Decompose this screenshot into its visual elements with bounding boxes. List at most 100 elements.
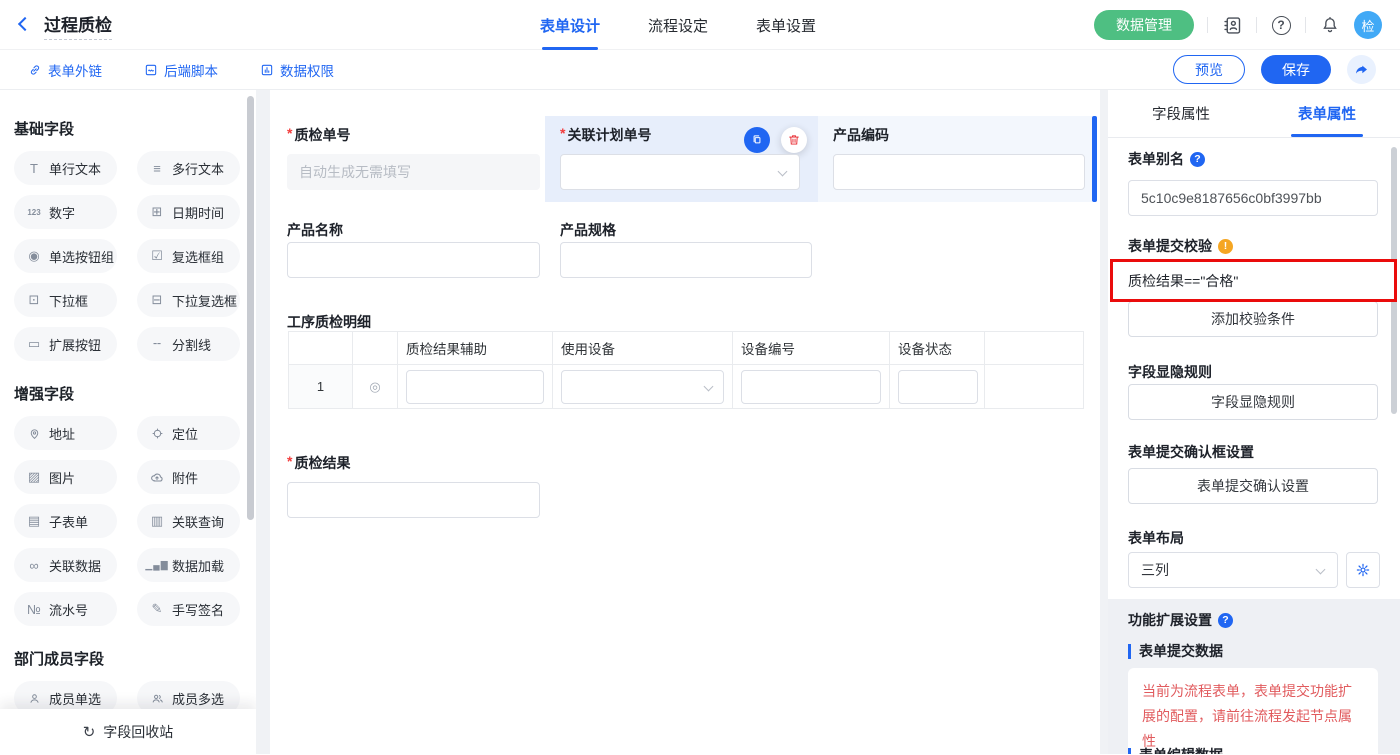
layout-settings-button[interactable] xyxy=(1346,552,1380,588)
used-device-select[interactable] xyxy=(561,370,724,404)
field-type-data-load[interactable]: ▁▄▇数据加载 xyxy=(137,548,240,582)
field-type-relation-query[interactable]: ▥关联查询 xyxy=(137,504,240,538)
product-name-input[interactable] xyxy=(287,242,540,278)
notification-bell-icon[interactable] xyxy=(1319,14,1341,36)
cell-inspection-result-aux xyxy=(398,365,553,408)
field-type-location[interactable]: 定位 xyxy=(137,416,240,450)
field-type-signature[interactable]: ✎手写签名 xyxy=(137,592,240,626)
subtable-header-col: 设备编号 xyxy=(733,332,890,364)
divider xyxy=(1305,17,1306,33)
product-code-input[interactable] xyxy=(833,154,1085,190)
add-validation-condition-button[interactable]: 添加校验条件 xyxy=(1128,301,1378,337)
app-root: 过程质检 表单设计 流程设定 表单设置 数据管理 ? xyxy=(0,0,1400,754)
toolbar-actions: 预览 保存 xyxy=(1173,55,1376,84)
field-type-serial-number[interactable]: №流水号 xyxy=(14,592,117,626)
product-spec-input[interactable] xyxy=(560,242,812,278)
share-button[interactable] xyxy=(1347,55,1376,84)
multi-line-text-icon: ≡ xyxy=(149,161,165,176)
edit-data-subheading: 表单编辑数据 xyxy=(1128,748,1223,754)
inspection-result-label: *质检结果 xyxy=(287,453,350,473)
plan-no-select[interactable] xyxy=(560,154,800,190)
save-button[interactable]: 保存 xyxy=(1261,55,1331,84)
inspection-result-aux-input[interactable] xyxy=(406,370,544,404)
field-type-number[interactable]: 123数字 xyxy=(14,195,117,229)
relation-data-icon: ∞ xyxy=(26,558,42,573)
required-asterisk: * xyxy=(287,125,292,145)
subtable: 质检结果辅助 使用设备 设备编号 设备状态 1 ◎ xyxy=(288,331,1084,409)
section-title-basic-fields: 基础字段 xyxy=(14,118,240,139)
field-type-datetime[interactable]: ⊞日期时间 xyxy=(137,195,240,229)
device-no-input[interactable] xyxy=(741,370,881,404)
field-recycle-bin[interactable]: ↻ 字段回收站 xyxy=(0,709,256,754)
field-type-relation-data[interactable]: ∞关联数据 xyxy=(14,548,117,582)
question-mark-glyph: ? xyxy=(1272,16,1291,35)
field-type-subform[interactable]: ▤子表单 xyxy=(14,504,117,538)
main-area: 基础字段 T单行文本 ≡多行文本 123数字 ⊞日期时间 ◉单选按钮组 ☑复选框… xyxy=(0,90,1400,754)
help-icon[interactable]: ? xyxy=(1270,14,1292,36)
inspection-result-input[interactable] xyxy=(287,482,540,518)
sidebar-scrollbar[interactable] xyxy=(247,96,254,520)
form-external-link[interactable]: 表单外链 xyxy=(28,60,102,80)
field-type-checkbox-group[interactable]: ☑复选框组 xyxy=(137,239,240,273)
subtable-header: 质检结果辅助 使用设备 设备编号 设备状态 xyxy=(289,332,1083,364)
gear-icon xyxy=(1355,562,1371,578)
field-type-extend-button[interactable]: ▭扩展按钮 xyxy=(14,327,117,361)
help-badge-icon[interactable]: ? xyxy=(1190,152,1205,167)
subtable-label: 工序质检明细 xyxy=(287,312,371,332)
data-permission-link[interactable]: 数据权限 xyxy=(260,60,334,80)
product-spec-label: 产品规格 xyxy=(560,220,616,240)
contacts-icon[interactable] xyxy=(1221,14,1243,36)
row-index: 1 xyxy=(289,365,353,408)
backend-script-link[interactable]: 后端脚本 xyxy=(144,60,218,80)
link-icon xyxy=(28,63,42,77)
plan-no-label: *关联计划单号 xyxy=(560,125,651,145)
copy-field-button[interactable] xyxy=(744,127,770,153)
script-icon xyxy=(144,63,158,77)
tab-form-properties[interactable]: 表单属性 xyxy=(1254,90,1400,137)
field-type-image[interactable]: ▨图片 xyxy=(14,460,117,494)
field-type-multi-line-text[interactable]: ≡多行文本 xyxy=(137,151,240,185)
subtable-header-col: 使用设备 xyxy=(553,332,733,364)
field-visibility-button[interactable]: 字段显隐规则 xyxy=(1128,384,1378,420)
panel-tabs: 字段属性 表单属性 xyxy=(1108,90,1400,138)
tab-form-design[interactable]: 表单设计 xyxy=(540,0,600,50)
tab-form-settings[interactable]: 表单设置 xyxy=(756,0,816,50)
delete-field-button[interactable] xyxy=(781,127,807,153)
submit-confirm-button[interactable]: 表单提交确认设置 xyxy=(1128,468,1378,504)
preview-button[interactable]: 预览 xyxy=(1173,55,1245,84)
field-type-single-line-text[interactable]: T单行文本 xyxy=(14,151,117,185)
cell-used-device xyxy=(553,365,733,408)
back-button[interactable] xyxy=(20,16,30,34)
row-radio-cell[interactable]: ◎ xyxy=(353,365,398,408)
field-type-address[interactable]: 地址 xyxy=(14,416,117,450)
location-target-icon xyxy=(149,427,165,440)
chevron-down-icon xyxy=(1316,565,1326,575)
tab-field-properties[interactable]: 字段属性 xyxy=(1108,90,1254,137)
field-type-attachment[interactable]: 附件 xyxy=(137,460,240,494)
inspection-no-input[interactable] xyxy=(287,154,540,190)
field-type-radio-group[interactable]: ◉单选按钮组 xyxy=(14,239,117,273)
form-canvas: *质检单号 *关联计划单号 产品编码 xyxy=(270,90,1100,754)
subtable-header-index xyxy=(289,332,353,364)
member-single-icon xyxy=(26,692,42,705)
validation-rule-annotation[interactable]: 质检结果=="合格" xyxy=(1110,259,1397,302)
field-type-divider[interactable]: ╌分割线 xyxy=(137,327,240,361)
top-navbar: 过程质检 表单设计 流程设定 表单设置 数据管理 ? xyxy=(0,0,1400,50)
single-line-text-icon: T xyxy=(26,161,42,176)
field-type-multi-select[interactable]: ⊟下拉复选框 xyxy=(137,283,240,317)
form-layout-select[interactable]: 三列 xyxy=(1128,552,1338,588)
multi-select-icon: ⊟ xyxy=(149,292,165,308)
tab-flow-setting[interactable]: 流程设定 xyxy=(648,0,708,50)
device-status-input[interactable] xyxy=(898,370,978,404)
field-type-select[interactable]: ⊡下拉框 xyxy=(14,283,117,317)
subtable-header-col: 设备状态 xyxy=(890,332,985,364)
relation-query-icon: ▥ xyxy=(149,513,165,529)
nav-right: 数据管理 ? 检 xyxy=(1094,0,1382,50)
datetime-icon: ⊞ xyxy=(149,204,165,220)
radio-icon: ◎ xyxy=(369,379,380,395)
form-alias-input[interactable] xyxy=(1128,180,1378,216)
user-avatar[interactable]: 检 xyxy=(1354,11,1382,39)
page-title[interactable]: 过程质检 xyxy=(44,11,112,40)
data-manage-button[interactable]: 数据管理 xyxy=(1094,10,1194,40)
help-badge-icon[interactable]: ? xyxy=(1218,613,1233,628)
